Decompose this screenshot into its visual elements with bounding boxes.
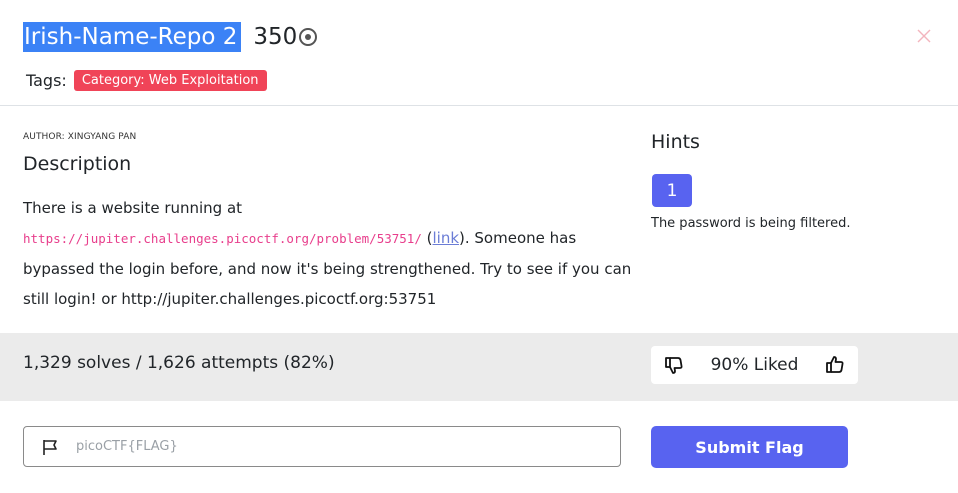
challenge-points: 350 xyxy=(253,22,318,52)
thumbs-down-icon[interactable] xyxy=(663,354,685,376)
title-row: Irish-Name-Repo 2 350 xyxy=(23,22,318,52)
category-tag[interactable]: Category: Web Exploitation xyxy=(73,70,267,91)
solves-count: 1,329 solves / 1,626 attempts (82%) xyxy=(23,353,335,373)
thumbs-up-icon[interactable] xyxy=(824,354,846,376)
challenge-header: Irish-Name-Repo 2 350 Tags: Category: We… xyxy=(0,0,958,106)
flag-input[interactable] xyxy=(74,438,558,455)
close-icon[interactable] xyxy=(916,28,932,44)
flag-input-wrapper xyxy=(23,426,621,467)
like-widget: 90% Liked xyxy=(651,346,858,384)
link-open: ( xyxy=(421,229,433,247)
hint-1-button[interactable]: 1 xyxy=(652,174,692,207)
challenge-url: https://jupiter.challenges.picoctf.org/p… xyxy=(23,231,422,246)
challenge-link[interactable]: link xyxy=(432,229,459,247)
liked-percentage: 90% Liked xyxy=(710,355,799,375)
points-value: 350 xyxy=(253,24,298,50)
description-text: There is a website running at https://ju… xyxy=(23,193,633,314)
flag-icon xyxy=(40,437,60,457)
tags-row: Tags: Category: Web Exploitation xyxy=(26,70,267,91)
description-heading: Description xyxy=(23,153,132,175)
description-intro: There is a website running at xyxy=(23,199,243,217)
challenge-title: Irish-Name-Repo 2 xyxy=(23,22,242,52)
points-icon xyxy=(299,28,318,46)
hint-text: The password is being filtered. xyxy=(651,216,851,231)
tags-label: Tags: xyxy=(26,71,67,90)
hints-heading: Hints xyxy=(651,131,700,153)
submit-flag-button[interactable]: Submit Flag xyxy=(651,426,848,468)
author-label: AUTHOR: XINGYANG PAN xyxy=(23,132,137,142)
